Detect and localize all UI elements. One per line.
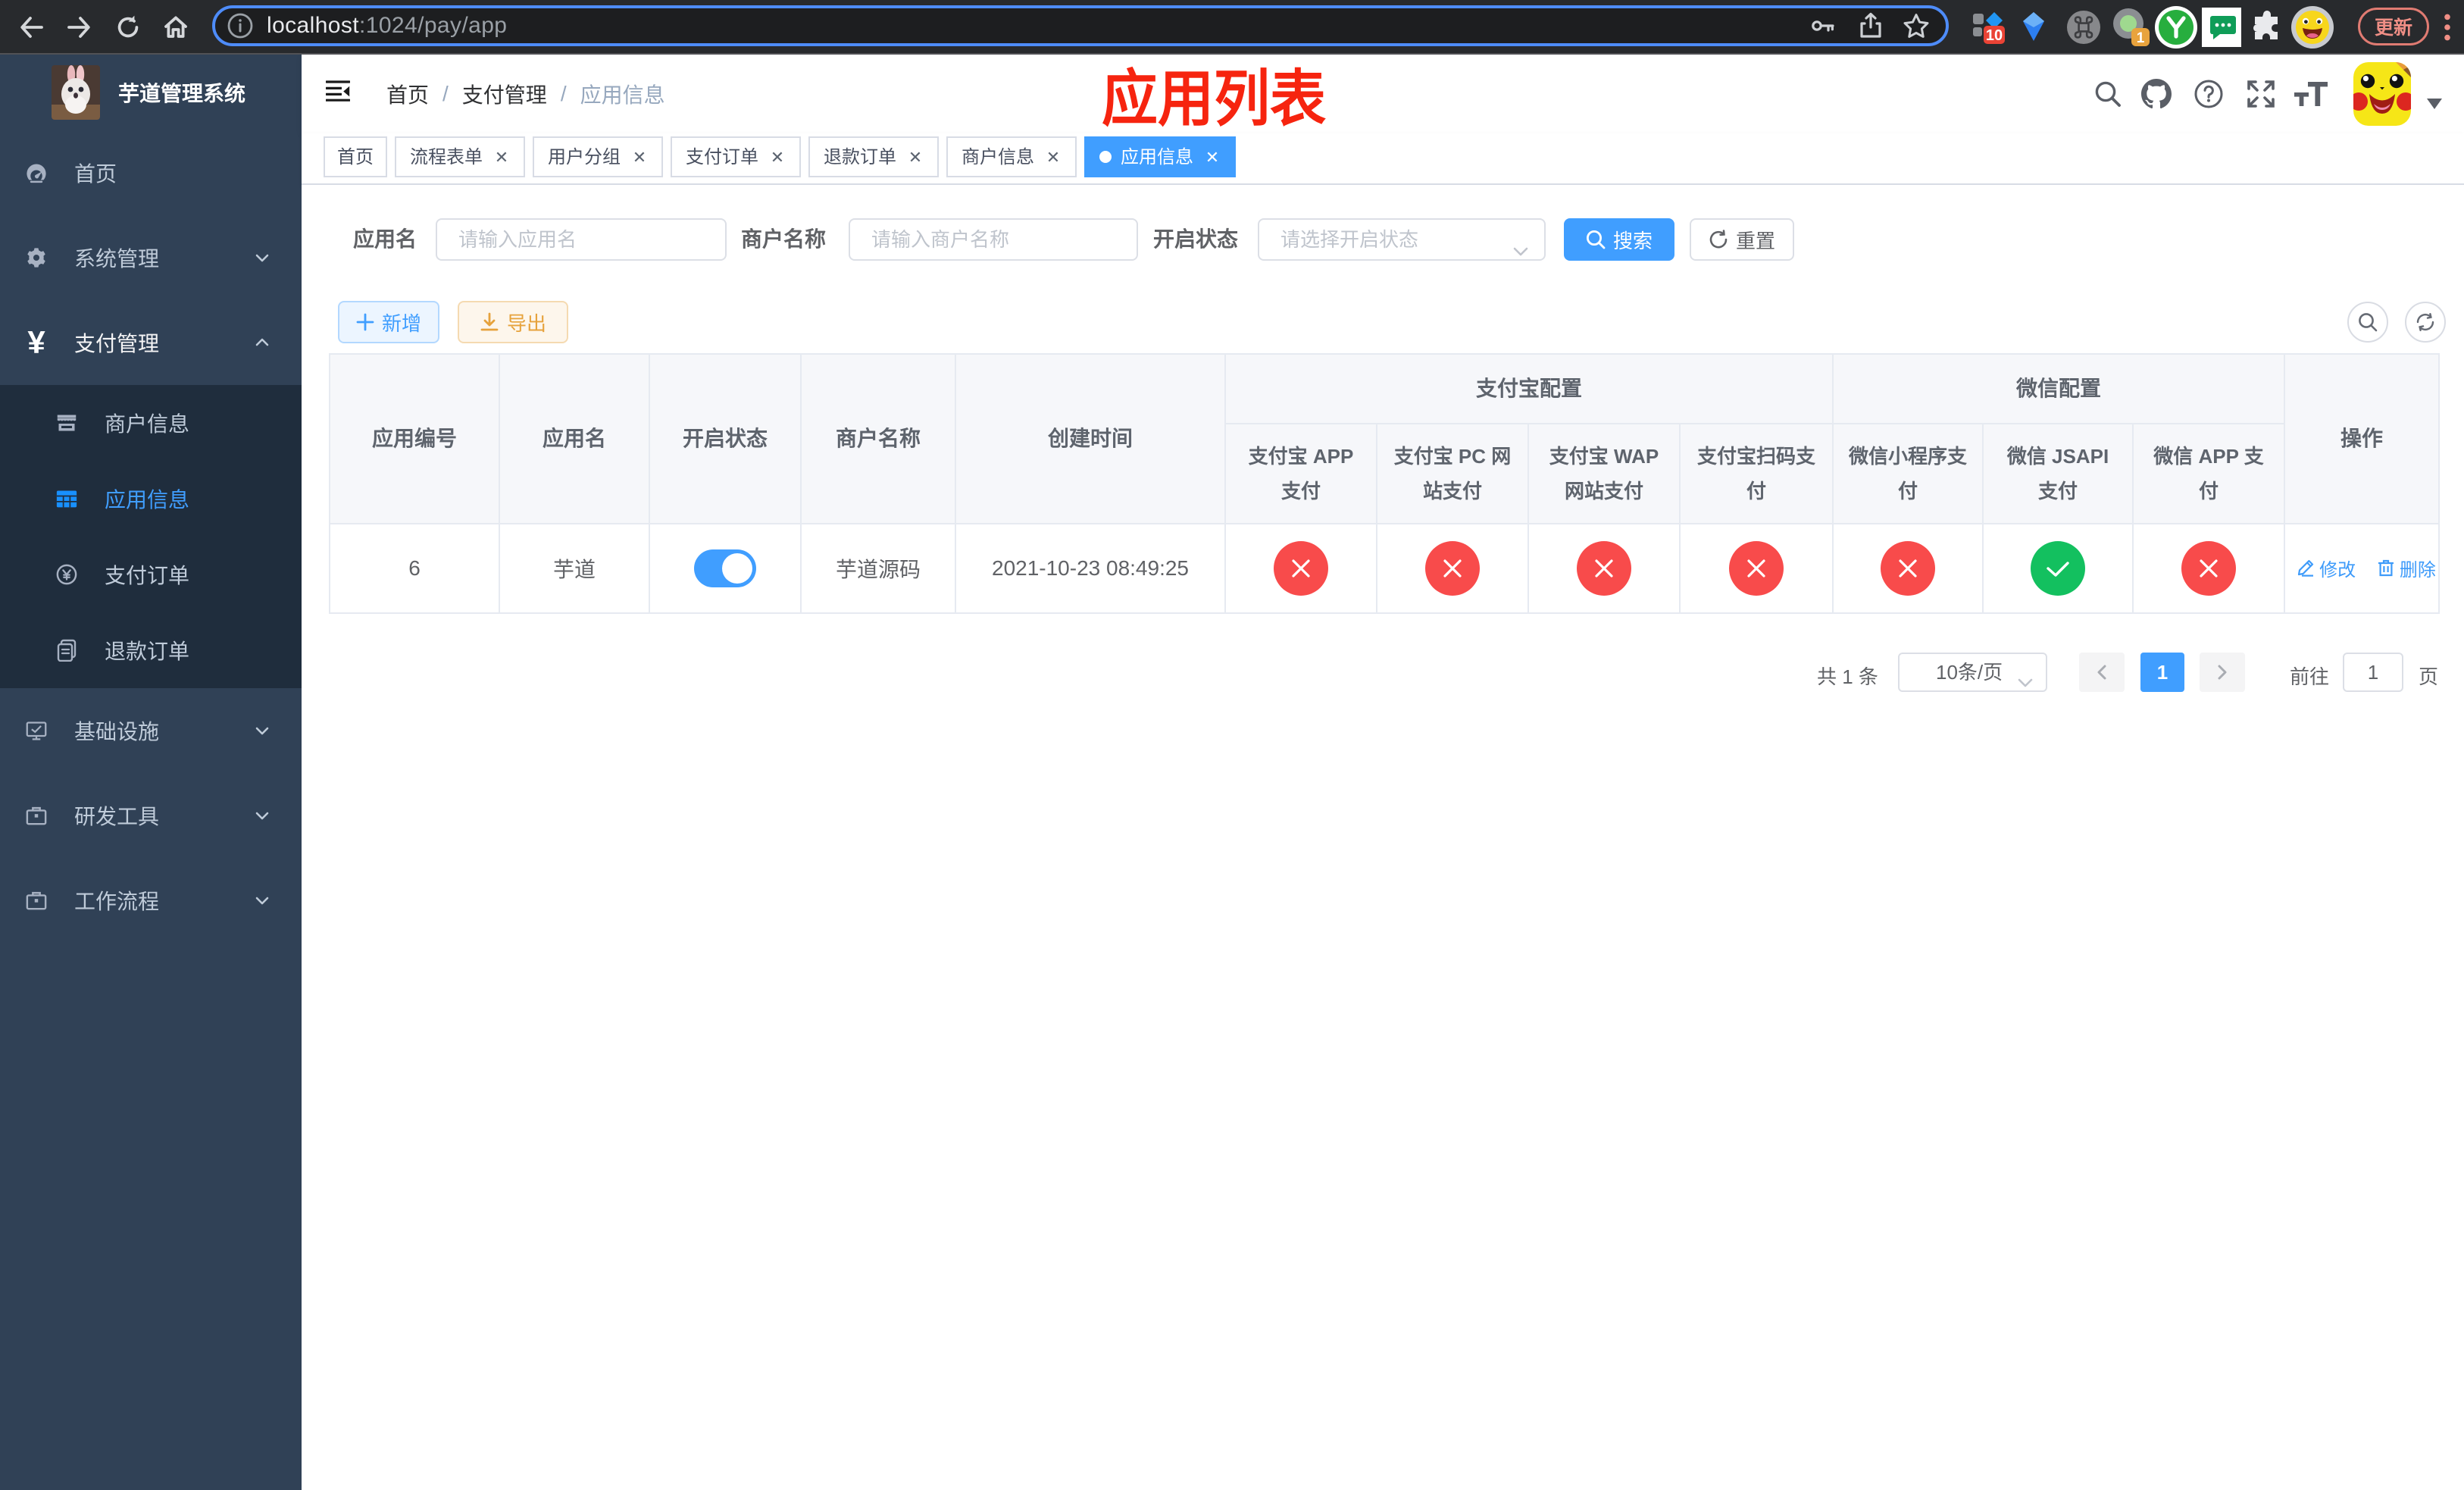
svg-text:10: 10 bbox=[1986, 27, 2003, 44]
svg-text:1: 1 bbox=[2137, 30, 2145, 46]
